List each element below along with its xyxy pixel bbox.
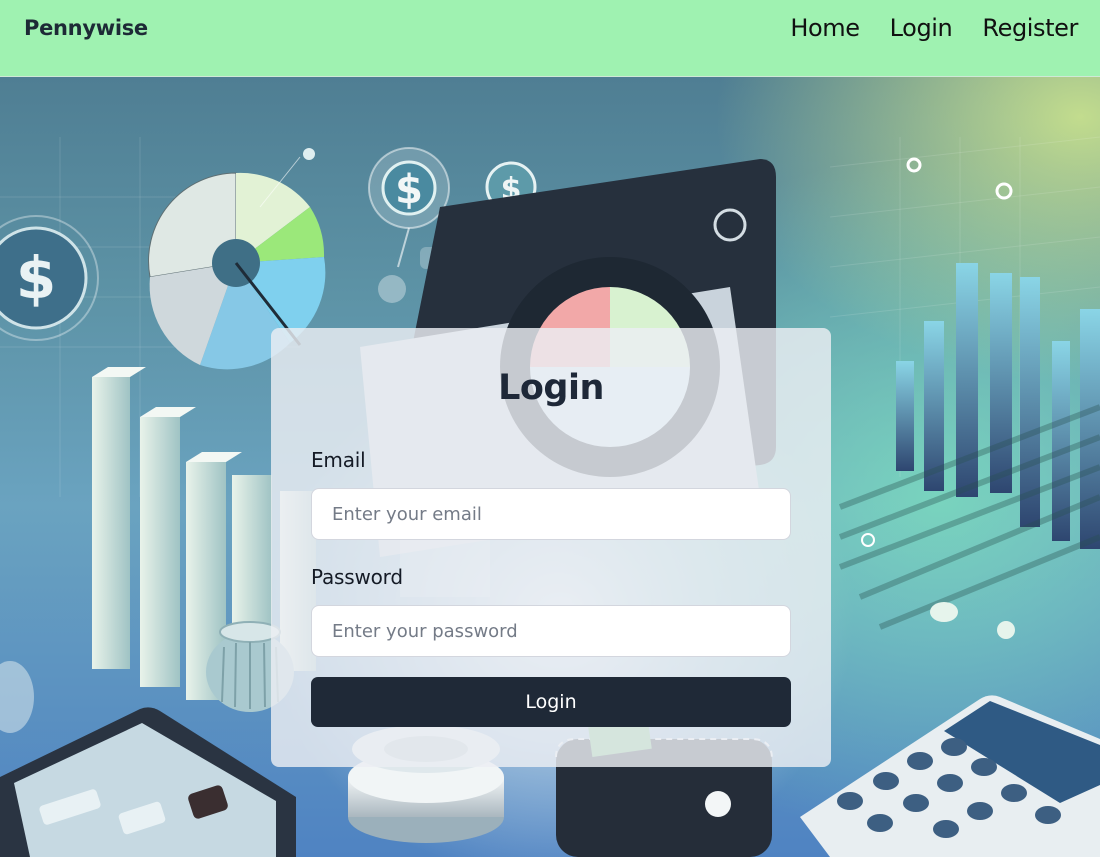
svg-text:$: $: [395, 167, 423, 213]
brand-logo-text[interactable]: Pennywise: [24, 16, 148, 40]
password-input[interactable]: [311, 605, 791, 657]
login-submit-button[interactable]: Login: [311, 677, 791, 727]
email-input[interactable]: [311, 488, 791, 540]
login-title: Login: [498, 368, 604, 408]
password-label: Password: [311, 565, 403, 589]
email-label: Email: [311, 448, 366, 472]
navbar: Pennywise Home Login Register: [0, 0, 1100, 77]
calculator-graphic: [800, 695, 1100, 857]
nav-link-login[interactable]: Login: [890, 14, 953, 42]
login-card: Login Email Password Login: [271, 328, 831, 767]
nav-links: Home Login Register: [790, 14, 1078, 42]
glass-object-graphic: [0, 661, 34, 733]
nav-link-register[interactable]: Register: [982, 14, 1078, 42]
phone-device-graphic: [0, 707, 296, 857]
right-bar-chart-graphic: [838, 157, 1100, 639]
svg-text:$: $: [16, 244, 56, 312]
nav-link-home[interactable]: Home: [790, 14, 860, 42]
dollar-coin-icon: $: [0, 215, 99, 341]
